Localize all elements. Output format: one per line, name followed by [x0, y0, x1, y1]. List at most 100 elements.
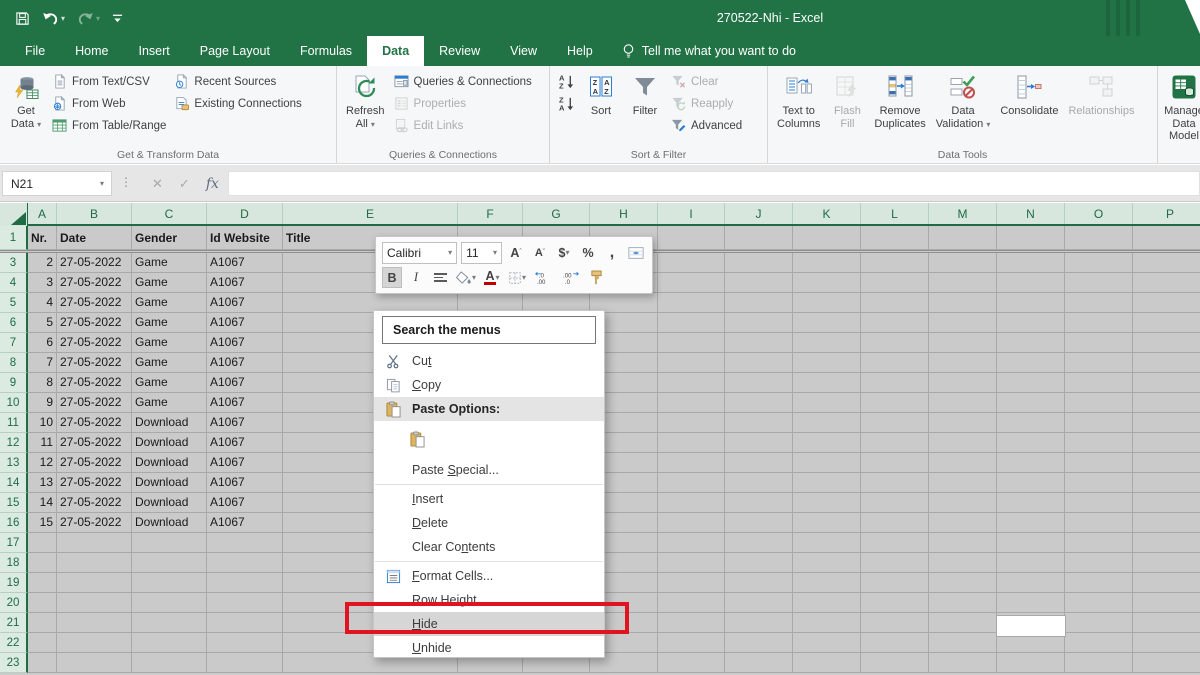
cell-L19[interactable] [861, 573, 929, 593]
cell-D14[interactable]: A1067 [207, 473, 283, 493]
cell-N12[interactable] [997, 433, 1065, 453]
cell-I16[interactable] [658, 513, 725, 533]
cell-L22[interactable] [861, 633, 929, 653]
cell-P4[interactable] [1133, 273, 1200, 293]
cell-D15[interactable]: A1067 [207, 493, 283, 513]
percent-style-button[interactable]: % [578, 242, 598, 263]
cell-L3[interactable] [861, 253, 929, 273]
cell-N10[interactable] [997, 393, 1065, 413]
cell-N4[interactable] [997, 273, 1065, 293]
formula-input[interactable] [228, 171, 1200, 196]
cell-M21[interactable] [929, 613, 997, 633]
font-name-select[interactable]: Calibri▾ [382, 242, 457, 264]
cell-K15[interactable] [793, 493, 861, 513]
cell-B20[interactable] [57, 593, 132, 613]
cell-K10[interactable] [793, 393, 861, 413]
cell-B15[interactable]: 27-05-2022 [57, 493, 132, 513]
cell-B1[interactable]: Date [57, 226, 132, 250]
cell-P23[interactable] [1133, 653, 1200, 673]
tab-data[interactable]: Data [367, 36, 424, 66]
cell-O5[interactable] [1065, 293, 1133, 313]
tell-me-box[interactable]: Tell me what you want to do [622, 36, 796, 66]
cell-A23[interactable] [28, 653, 57, 673]
active-cell-N21[interactable] [997, 616, 1065, 636]
tab-review[interactable]: Review [424, 36, 495, 66]
cell-K5[interactable] [793, 293, 861, 313]
cell-M22[interactable] [929, 633, 997, 653]
cell-K13[interactable] [793, 453, 861, 473]
cell-N14[interactable] [997, 473, 1065, 493]
cell-O15[interactable] [1065, 493, 1133, 513]
cell-J9[interactable] [725, 373, 793, 393]
cell-O4[interactable] [1065, 273, 1133, 293]
cell-P22[interactable] [1133, 633, 1200, 653]
cell-K8[interactable] [793, 353, 861, 373]
cell-A3[interactable]: 2 [28, 253, 57, 273]
cell-N13[interactable] [997, 453, 1065, 473]
comma-style-button[interactable]: , [602, 242, 622, 263]
cell-O16[interactable] [1065, 513, 1133, 533]
menu-item-clear-contents[interactable]: Clear Contents [374, 535, 604, 559]
cell-L6[interactable] [861, 313, 929, 333]
cell-O20[interactable] [1065, 593, 1133, 613]
cell-K11[interactable] [793, 413, 861, 433]
cell-D12[interactable]: A1067 [207, 433, 283, 453]
cell-I12[interactable] [658, 433, 725, 453]
cell-J14[interactable] [725, 473, 793, 493]
row-header-11[interactable]: 11 [0, 413, 28, 433]
font-color-icon[interactable]: A▾ [482, 267, 502, 288]
cell-N23[interactable] [997, 653, 1065, 673]
cell-M18[interactable] [929, 553, 997, 573]
cell-I17[interactable] [658, 533, 725, 553]
cell-B6[interactable]: 27-05-2022 [57, 313, 132, 333]
clear-filter-button[interactable]: Clear [667, 71, 746, 92]
cell-O18[interactable] [1065, 553, 1133, 573]
cell-D7[interactable]: A1067 [207, 333, 283, 353]
borders-icon[interactable]: ▾ [506, 267, 528, 288]
row-header-9[interactable]: 9 [0, 373, 28, 393]
filter-button[interactable]: Filter [623, 69, 667, 120]
cell-L21[interactable] [861, 613, 929, 633]
cell-A5[interactable]: 4 [28, 293, 57, 313]
cell-B19[interactable] [57, 573, 132, 593]
reapply-button[interactable]: Reapply [667, 93, 746, 114]
cell-N22[interactable] [997, 633, 1065, 653]
menu-item-paste-options[interactable]: Paste Options: [374, 397, 604, 421]
cell-C21[interactable] [132, 613, 207, 633]
cell-N7[interactable] [997, 333, 1065, 353]
cell-B8[interactable]: 27-05-2022 [57, 353, 132, 373]
cell-C20[interactable] [132, 593, 207, 613]
remove-duplicates-button[interactable]: RemoveDuplicates [869, 69, 930, 132]
cell-P16[interactable] [1133, 513, 1200, 533]
cell-O9[interactable] [1065, 373, 1133, 393]
cell-O1[interactable] [1065, 226, 1133, 250]
column-header-E[interactable]: E [283, 203, 458, 224]
column-header-B[interactable]: B [57, 203, 132, 224]
cell-J8[interactable] [725, 353, 793, 373]
cell-D4[interactable]: A1067 [207, 273, 283, 293]
bold-button[interactable]: B [382, 267, 402, 288]
cell-N1[interactable] [997, 226, 1065, 250]
cell-D3[interactable]: A1067 [207, 253, 283, 273]
cell-O17[interactable] [1065, 533, 1133, 553]
cell-D16[interactable]: A1067 [207, 513, 283, 533]
align-icon[interactable] [430, 267, 450, 288]
consolidate-button[interactable]: Consolidate [995, 69, 1063, 120]
cell-M19[interactable] [929, 573, 997, 593]
cell-N15[interactable] [997, 493, 1065, 513]
cell-N11[interactable] [997, 413, 1065, 433]
cell-K4[interactable] [793, 273, 861, 293]
cell-B18[interactable] [57, 553, 132, 573]
row-header-19[interactable]: 19 [0, 573, 28, 593]
insert-function-icon[interactable]: fx [206, 176, 219, 192]
formula-bar-splitter[interactable]: ⋮ [120, 175, 132, 189]
cell-K7[interactable] [793, 333, 861, 353]
cell-I13[interactable] [658, 453, 725, 473]
cell-I1[interactable] [658, 226, 725, 250]
cell-J18[interactable] [725, 553, 793, 573]
tab-file[interactable]: File [10, 36, 60, 66]
cell-A10[interactable]: 9 [28, 393, 57, 413]
row-header-1[interactable]: 1 [0, 226, 28, 250]
column-header-F[interactable]: F [458, 203, 523, 224]
cell-D19[interactable] [207, 573, 283, 593]
